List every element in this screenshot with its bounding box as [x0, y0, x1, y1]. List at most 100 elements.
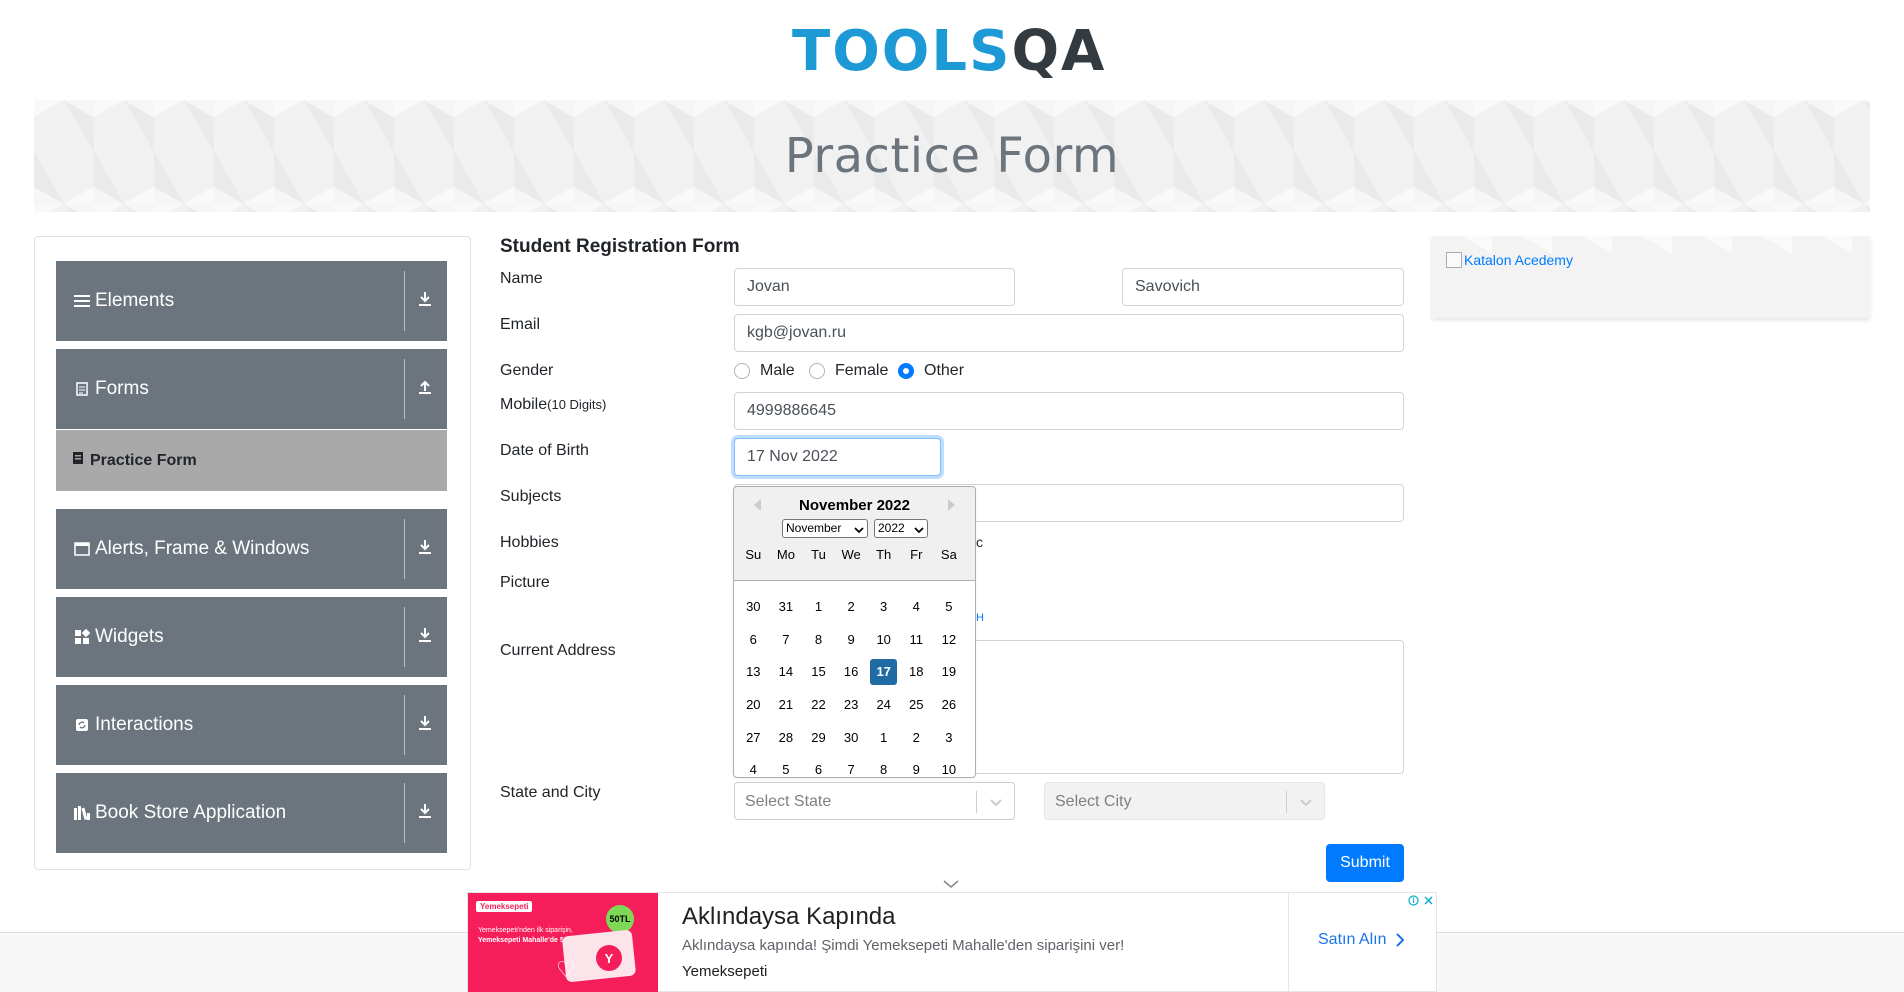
radio-button-selected[interactable]: [898, 363, 914, 379]
day-cell[interactable]: 4: [740, 757, 767, 783]
download-icon[interactable]: [411, 285, 439, 313]
sidebar: Elements Forms Practice Form Alerts, Fra…: [34, 236, 471, 870]
day-cell[interactable]: 30: [740, 594, 767, 620]
day-cell[interactable]: 9: [903, 757, 930, 783]
day-cell[interactable]: 10: [870, 627, 897, 653]
ad-image[interactable]: Yemeksepeti Yemeksepeti'nden ilk sipariş…: [468, 893, 658, 992]
ad-image-logo: Y: [596, 945, 622, 971]
day-cell[interactable]: 27: [740, 725, 767, 751]
day-cell[interactable]: 7: [773, 627, 800, 653]
sidebar-group-label: Widgets: [95, 626, 164, 647]
download-icon[interactable]: [411, 797, 439, 825]
sidebar-group-label: Interactions: [95, 714, 194, 735]
radio-button[interactable]: [734, 363, 750, 379]
submit-button[interactable]: Submit: [1326, 844, 1404, 882]
year-select[interactable]: 2022: [874, 519, 928, 538]
day-cell[interactable]: 5: [936, 594, 963, 620]
download-icon[interactable]: [411, 621, 439, 649]
day-cell[interactable]: 1: [870, 725, 897, 751]
interactions-icon: [73, 716, 91, 734]
gender-radio-other[interactable]: Other: [898, 362, 964, 380]
sidebar-group-interactions[interactable]: Interactions: [56, 685, 447, 765]
ad-headline[interactable]: Aklındaysa Kapında: [682, 903, 895, 931]
day-cell[interactable]: 2: [903, 725, 930, 751]
sidebar-group-forms[interactable]: Forms: [56, 349, 447, 429]
day-cell[interactable]: 30: [838, 725, 865, 751]
name-label: Name: [500, 270, 543, 287]
day-cell[interactable]: 8: [805, 627, 832, 653]
day-cell[interactable]: 6: [805, 757, 832, 783]
day-cell[interactable]: 3: [936, 725, 963, 751]
day-cell[interactable]: 24: [870, 692, 897, 718]
day-cell-selected[interactable]: 17: [870, 659, 897, 686]
month-select[interactable]: November: [782, 519, 868, 538]
download-icon[interactable]: [411, 709, 439, 737]
ad-banner-bottom[interactable]: Yemeksepeti Yemeksepeti'nden ilk sipariş…: [467, 892, 1437, 992]
day-cell[interactable]: 18: [903, 659, 930, 685]
katalon-ad-link[interactable]: Katalon Acedemy: [1446, 252, 1573, 268]
week-row: 4 5 6 7 8 9 10: [737, 754, 973, 787]
sidebar-group-alerts[interactable]: Alerts, Frame & Windows: [56, 509, 447, 589]
chevron-down-icon: [1298, 794, 1314, 815]
gender-radio-female[interactable]: Female: [809, 362, 888, 380]
sidebar-item-practice-form[interactable]: Practice Form: [56, 429, 447, 491]
day-cell[interactable]: 8: [870, 757, 897, 783]
day-cell[interactable]: 31: [773, 594, 800, 620]
day-cell[interactable]: 13: [740, 659, 767, 685]
sidebar-group-widgets[interactable]: Widgets: [56, 597, 447, 677]
day-cell[interactable]: 3: [870, 594, 897, 620]
day-cell[interactable]: 6: [740, 627, 767, 653]
day-cell[interactable]: 5: [773, 757, 800, 783]
state-select[interactable]: Select State: [734, 782, 1015, 820]
sidebar-group-bookstore[interactable]: Book Store Application: [56, 773, 447, 853]
day-name: Tu: [811, 547, 826, 562]
divider: [404, 607, 405, 667]
day-cell[interactable]: 7: [838, 757, 865, 783]
close-icon[interactable]: [1421, 893, 1436, 908]
ad-banner-right[interactable]: Katalon Acedemy: [1432, 236, 1870, 318]
radio-label: Other: [924, 362, 965, 379]
email-input[interactable]: [734, 314, 1404, 352]
picture-label: Picture: [500, 574, 550, 591]
day-cell[interactable]: 11: [903, 627, 930, 653]
day-cell[interactable]: 2: [838, 594, 865, 620]
mobile-label: Mobile(10 Digits): [500, 396, 606, 414]
toolsqa-logo[interactable]: TOOLSQA: [792, 16, 1116, 92]
day-cell[interactable]: 23: [838, 692, 865, 718]
day-cell[interactable]: 15: [805, 659, 832, 685]
radio-label: Male: [760, 362, 795, 379]
download-icon[interactable]: [411, 533, 439, 561]
ad-cta-button[interactable]: Satın Alın: [1318, 931, 1405, 949]
date-of-birth-input[interactable]: [734, 438, 941, 476]
sidebar-group-elements[interactable]: Elements: [56, 261, 447, 341]
ad-choices[interactable]: [1406, 893, 1436, 908]
day-cell[interactable]: 21: [773, 692, 800, 718]
day-cell[interactable]: 10: [936, 757, 963, 783]
day-cell[interactable]: 28: [773, 725, 800, 751]
day-cell[interactable]: 12: [936, 627, 963, 653]
radio-button[interactable]: [809, 363, 825, 379]
day-cell[interactable]: 9: [838, 627, 865, 653]
upload-icon[interactable]: [411, 373, 439, 401]
day-cell[interactable]: 22: [805, 692, 832, 718]
day-cell[interactable]: 19: [936, 659, 963, 685]
day-cell[interactable]: 25: [903, 692, 930, 718]
day-cell[interactable]: 26: [936, 692, 963, 718]
day-cell[interactable]: 4: [903, 594, 930, 620]
day-cell[interactable]: 16: [838, 659, 865, 685]
city-select[interactable]: Select City: [1044, 782, 1325, 820]
ad-description: Aklındaysa kapında! Şimdi Yemeksepeti Ma…: [682, 937, 1125, 954]
last-name-input[interactable]: [1122, 268, 1404, 306]
gender-radio-male[interactable]: Male: [734, 362, 795, 380]
info-icon[interactable]: [1406, 893, 1421, 908]
first-name-input[interactable]: [734, 268, 1015, 306]
day-cell[interactable]: 1: [805, 594, 832, 620]
day-cell[interactable]: 14: [773, 659, 800, 685]
mobile-input[interactable]: [734, 392, 1404, 430]
day-cell[interactable]: 29: [805, 725, 832, 751]
mobile-label-text: Mobile: [500, 396, 548, 413]
menu-icon: [73, 292, 91, 310]
mobile-hint: (10 Digits): [547, 397, 607, 412]
day-cell[interactable]: 20: [740, 692, 767, 718]
email-label: Email: [500, 316, 541, 333]
